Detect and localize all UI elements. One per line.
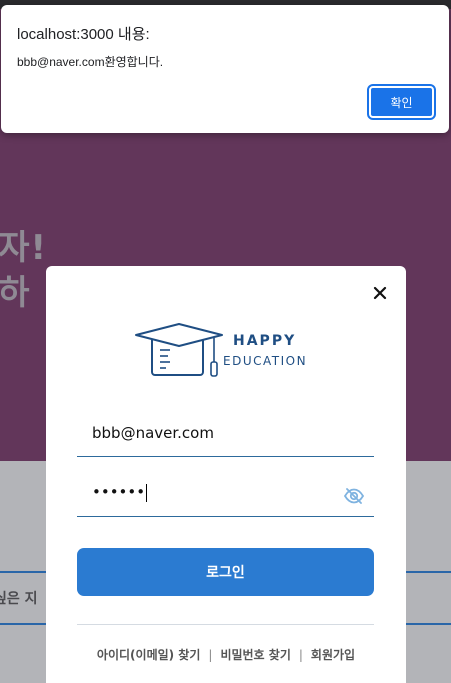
hero-heading-line-1: 오자!: [0, 228, 48, 268]
alert-message: bbb@naver.com환영합니다.: [17, 55, 164, 69]
logo-text-education: EDUCATION: [223, 354, 308, 368]
link-separator: |: [208, 647, 213, 662]
link-separator: |: [298, 647, 303, 662]
eye-slash-icon[interactable]: [344, 488, 364, 504]
signup-link[interactable]: 회원가입: [311, 646, 355, 663]
alert-title: localhost:3000 내용:: [17, 26, 150, 43]
graduation-cap-logo-icon: [135, 323, 223, 377]
login-button[interactable]: 로그인: [77, 548, 374, 596]
email-value: bbb@naver.com: [92, 424, 214, 442]
alert-ok-button[interactable]: 확인: [367, 84, 436, 120]
search-placeholder-partial: 싶은 지: [0, 591, 38, 607]
password-field[interactable]: ••••••: [77, 473, 374, 517]
close-icon[interactable]: [371, 284, 389, 302]
logo-text-happy: HAPPY: [233, 333, 297, 349]
divider: [77, 624, 374, 625]
browser-alert-dialog: localhost:3000 내용: bbb@naver.com환영합니다. 확…: [1, 5, 449, 133]
account-links: 아이디(이메일) 찾기 | 비밀번호 찾기 | 회원가입: [46, 646, 406, 663]
email-field[interactable]: bbb@naver.com: [77, 413, 374, 457]
password-value: ••••••: [92, 483, 148, 502]
find-id-link[interactable]: 아이디(이메일) 찾기: [97, 646, 200, 663]
find-password-link[interactable]: 비밀번호 찾기: [220, 646, 290, 663]
login-modal: HAPPY EDUCATION bbb@naver.com •••••• 로그인…: [46, 266, 406, 683]
hero-heading-line-2: 오하: [0, 273, 31, 313]
